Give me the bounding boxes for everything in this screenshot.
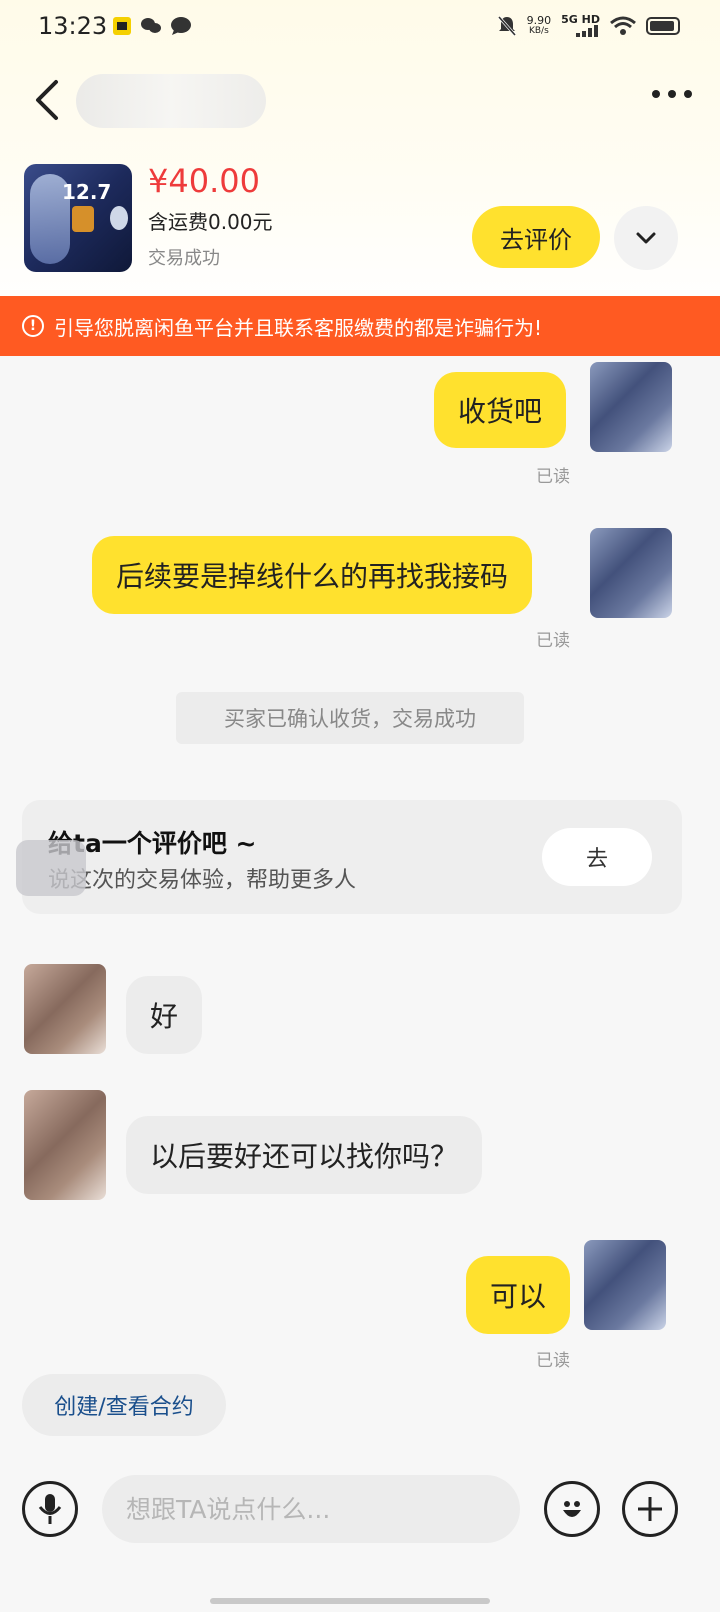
review-card-subtitle: 说这次的交易体验，帮助更多人 [48,868,357,893]
wifi-icon [610,16,636,35]
thumbnail-badge [110,206,128,230]
notification-icons [112,16,192,36]
plus-icon [638,1497,662,1521]
message-bubble-received[interactable]: 以后要好还可以找你吗？ [126,1116,483,1194]
contact-name-pill[interactable] [76,74,266,128]
chevron-down-icon [636,232,656,244]
more-dots-icon [652,90,660,98]
review-card-button[interactable]: 去 [542,828,652,886]
thumbnail-level: 12.7 [62,180,112,204]
message-text: 收货吧 [458,395,543,428]
app-notification-icon [113,17,131,35]
network-speed-unit: KB/s [528,25,549,36]
status-bar: 13:23 9.90 KB/s 5G HD [0,0,720,56]
fraud-warning-banner: ! 引导您脱离闲鱼平台并且联系客服缴费的都是诈骗行为! [0,296,720,356]
nav-bar [0,60,720,140]
message-bubble-sent[interactable]: 可以 [466,1256,571,1334]
system-message: 买家已确认收货，交易成功 [176,692,524,744]
more-dots-icon [668,90,676,98]
warning-text: 引导您脱离闲鱼平台并且联系客服缴费的都是诈骗行为! [54,315,543,340]
message-text: 以后要好还可以找你吗？ [150,1140,459,1173]
message-bubble-received[interactable]: 好 [126,976,203,1054]
mute-bell-icon [497,15,516,36]
emoji-icon [563,1501,581,1517]
network-type: 5G HD [561,13,600,26]
microphone-icon [38,1494,62,1524]
message-bubble-sent[interactable]: 收货吧 [434,372,567,448]
battery-icon [646,16,680,35]
product-card[interactable]: 12.7 ¥40.00 含运费0.00元 交易成功 去评价 [24,162,704,276]
add-button[interactable] [622,1481,678,1537]
more-dots-icon [684,90,692,98]
read-receipt: 已读 [536,631,570,651]
avatar[interactable] [24,964,106,1054]
read-receipt: 已读 [536,1351,570,1371]
expand-button[interactable] [614,206,678,270]
go-review-button[interactable]: 去评价 [472,206,600,268]
wechat-icon [141,18,161,33]
avatar[interactable] [590,362,672,452]
message-text: 可以 [490,1280,547,1313]
avatar[interactable] [590,528,672,618]
input-bar [0,1455,720,1612]
product-price: ¥40.00 [148,162,260,200]
status-time: 13:23 [38,12,108,40]
message-text: 好 [150,1000,179,1033]
redacted-patch [16,840,86,896]
message-bubble-sent[interactable]: 后续要是掉线什么的再找我接码 [92,536,533,614]
voice-button[interactable] [22,1481,78,1537]
warning-icon: ! [22,315,44,337]
avatar[interactable] [24,1090,106,1200]
thumbnail-badge [72,206,94,232]
more-button[interactable] [652,90,692,98]
home-indicator[interactable] [210,1598,490,1604]
system-icons: 9.90 KB/s 5G HD [497,14,680,37]
message-icon [171,17,191,35]
contract-button[interactable]: 创建/查看合约 [22,1374,226,1436]
trade-status: 交易成功 [148,248,220,269]
network-speed: 9.90 KB/s [527,15,552,37]
avatar[interactable] [584,1240,666,1330]
message-input[interactable] [102,1475,520,1543]
message-text: 后续要是掉线什么的再找我接码 [116,560,509,593]
review-prompt-card[interactable]: 给ta一个评价吧 ~ 说这次的交易体验，帮助更多人 去 [16,800,682,914]
shipping-fee: 含运费0.00元 [148,210,273,234]
read-receipt: 已读 [536,467,570,487]
chevron-left-icon [36,80,58,120]
emoji-button[interactable] [544,1481,600,1537]
signal-icon [576,25,598,37]
network-speed-value: 9.90 [526,13,552,27]
back-button[interactable] [30,78,66,122]
signal-block: 5G HD [561,14,600,37]
product-thumbnail[interactable]: 12.7 [24,164,132,272]
